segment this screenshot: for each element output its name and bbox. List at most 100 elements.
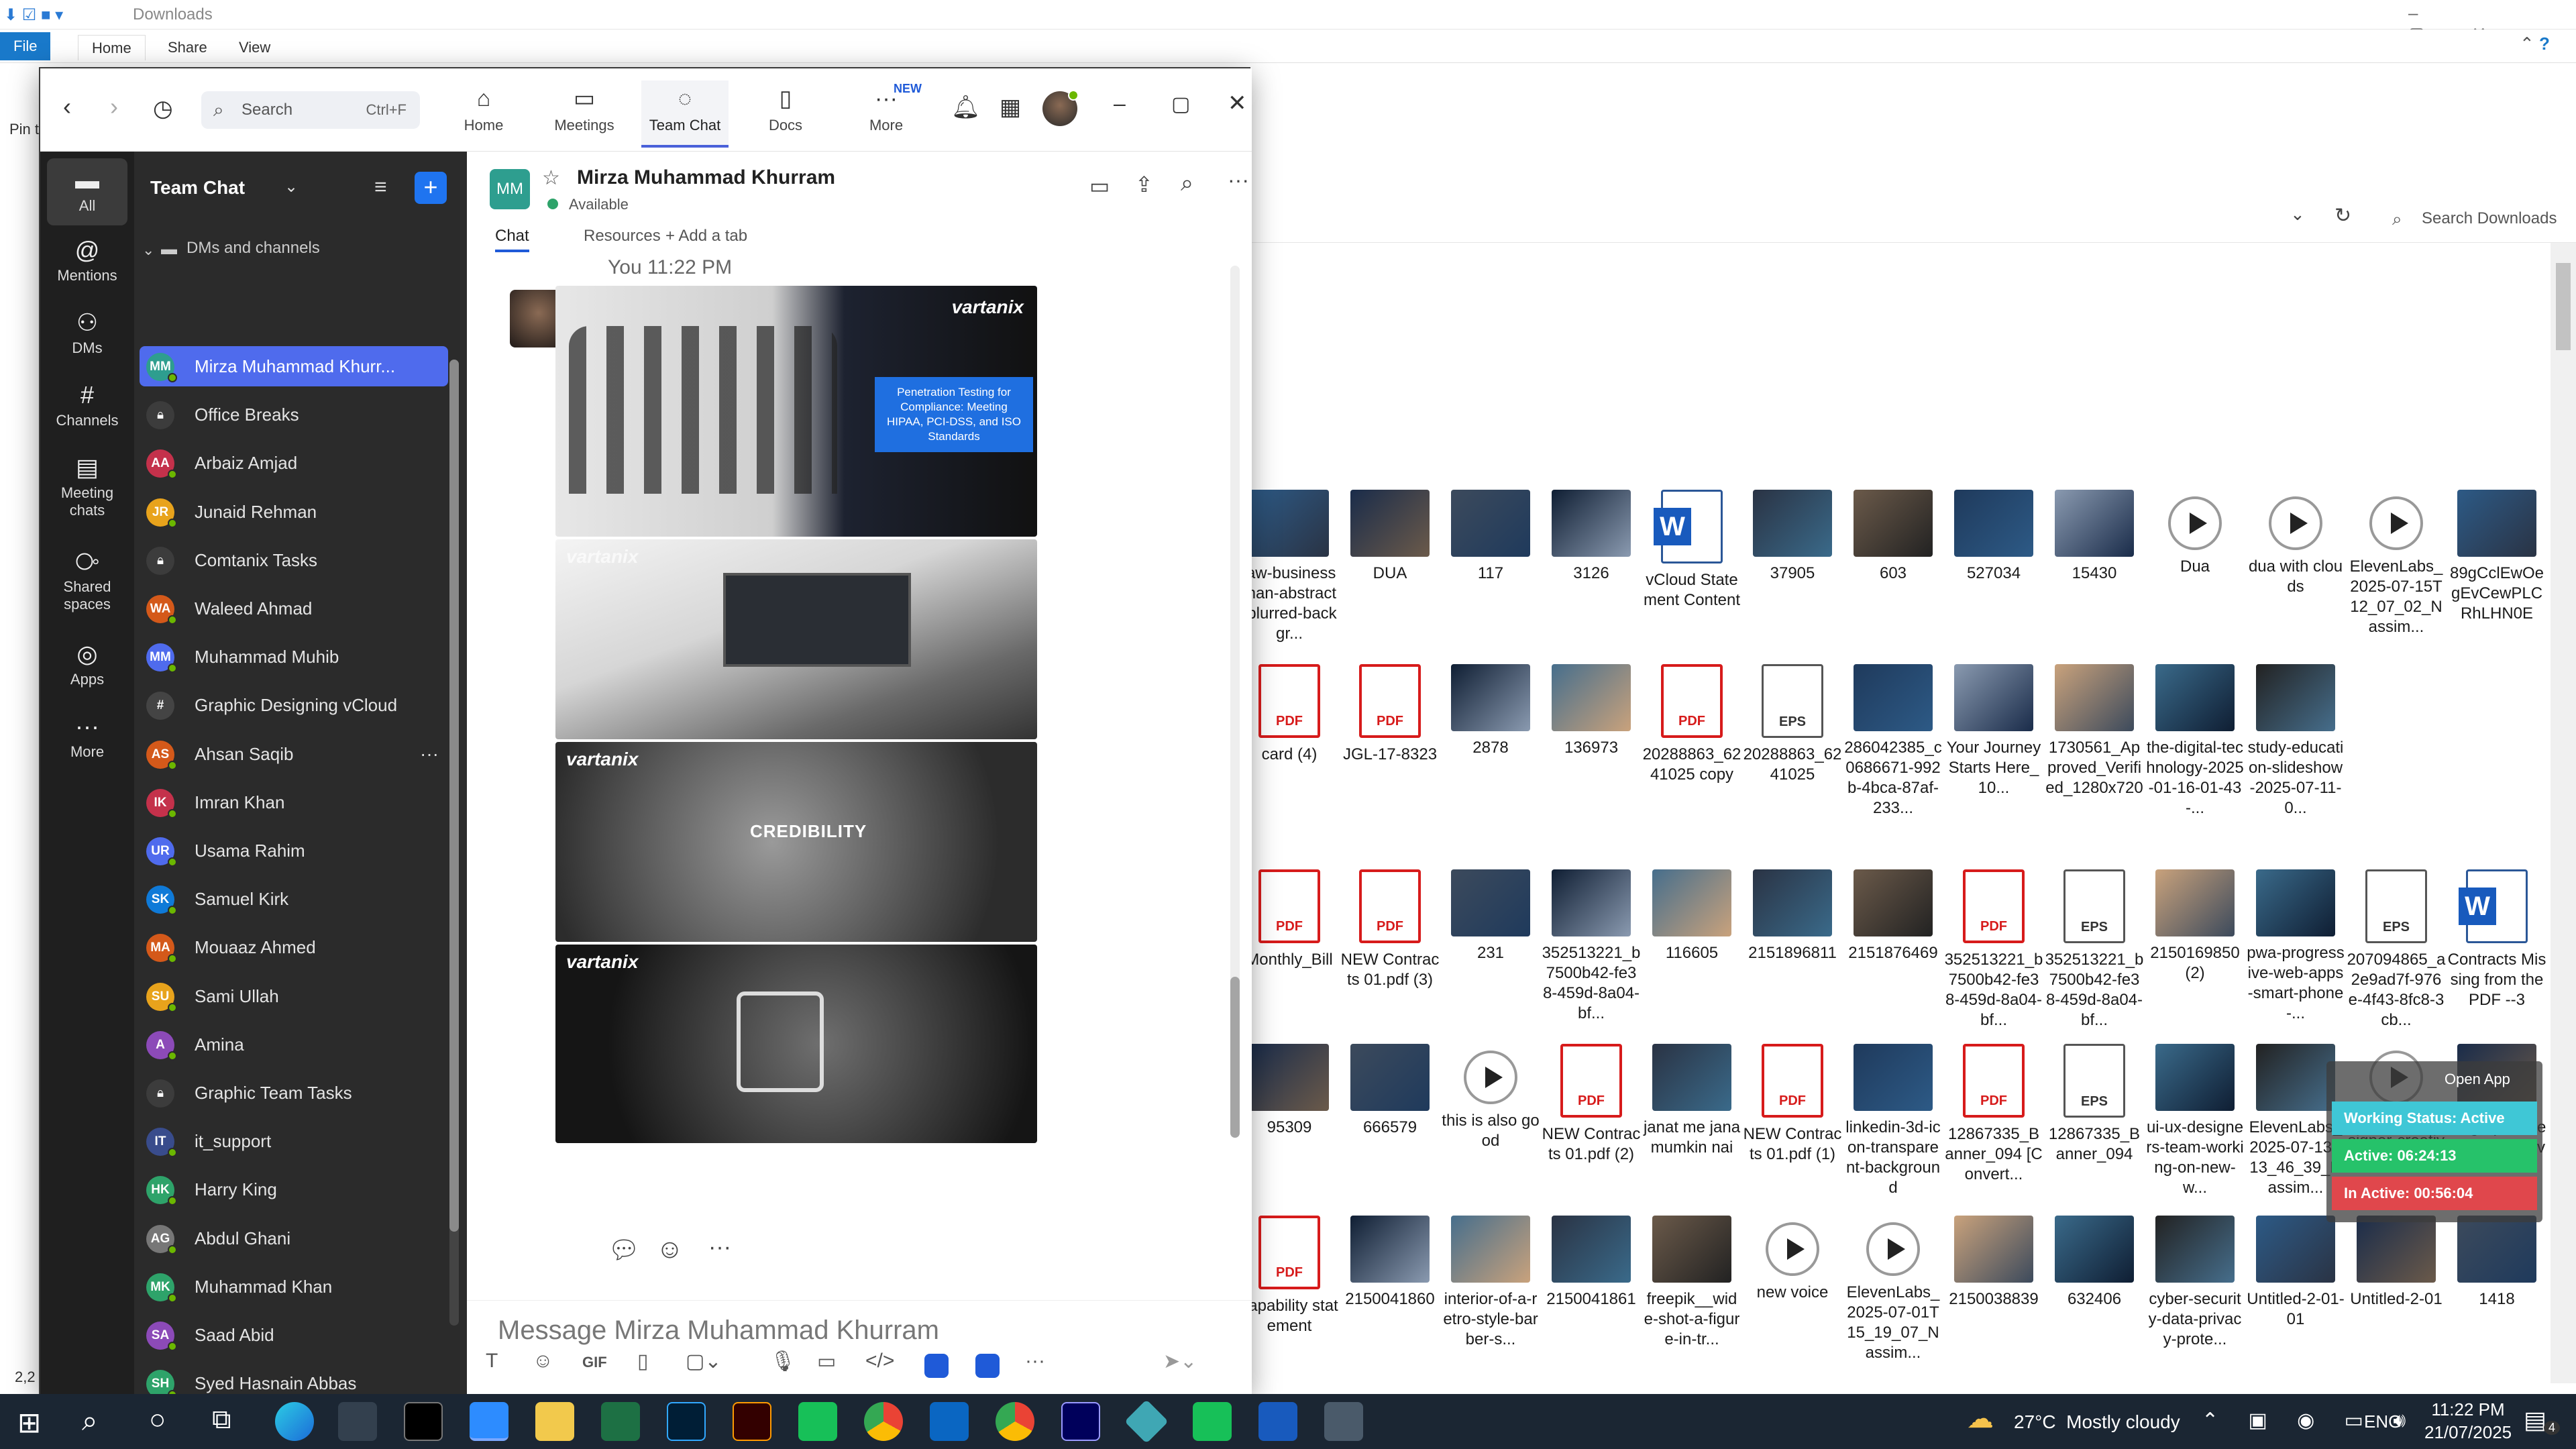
chrome-icon[interactable] [996,1402,1034,1441]
list-title[interactable]: Team Chat [150,177,245,199]
file-item[interactable]: 352513221_b7500b42-fe38-459d-8a04-bf... [1944,869,2043,1030]
file-item[interactable]: ElevenLabs_2025-07-01T15_19_07_Nassim... [1843,1216,1943,1363]
file-item[interactable]: law-businessman-abstract-blurred-backgr.… [1240,490,1339,644]
file-item[interactable]: 89gCclEwOegEvCewPLCRhLHN0E [2447,490,2546,624]
file-item[interactable]: this is also good [1441,1044,1540,1151]
task-view-icon[interactable]: ⧉ [212,1405,231,1435]
tab-chat[interactable]: Chat [495,227,529,252]
new-chat-button[interactable]: + [415,172,447,204]
file-item[interactable]: 2150038839 [1944,1216,2043,1309]
app-icon[interactable] [1124,1399,1169,1444]
app-icon[interactable] [924,1354,949,1378]
start-icon[interactable]: ⊞ [17,1406,41,1439]
file-item[interactable]: 2150041860 [1340,1216,1440,1309]
file-item[interactable]: 527034 [1944,490,2043,584]
green-app-icon[interactable] [798,1402,837,1441]
gif-icon[interactable]: GIF [582,1354,607,1371]
image-card[interactable]: vartanix [555,539,1037,739]
explorer-search-input[interactable]: ⌕ Search Downloads [2361,200,2576,237]
nav-docs[interactable]: ▯ Docs [742,80,829,148]
contact-item[interactable]: IK Imran Khan [140,782,448,822]
contact-item[interactable]: AS Ahsan Saqib ··· [140,734,448,774]
tab-resources[interactable]: Resources [568,227,661,246]
nav-home[interactable]: ⌂ Home [440,80,527,148]
search-icon[interactable]: ⌕ [1181,170,1193,197]
file-item[interactable]: 603 [1843,490,1943,584]
nav-meetings[interactable]: ▭ Meetings [541,80,628,148]
file-item[interactable]: 666579 [1340,1044,1440,1138]
explorer-scrollbar[interactable] [2551,243,2576,1383]
file-item[interactable]: Your Journey Starts Here_10... [1944,664,2043,798]
scroll-thumb[interactable] [449,360,459,1232]
microphone-icon[interactable]: 🎙︎ [770,1350,796,1373]
rail-channels[interactable]: # Channels [47,378,127,429]
open-app-link[interactable]: Open App [2445,1071,2510,1088]
send-icon[interactable]: ➤⌄ [1163,1350,1197,1373]
file-item[interactable]: Untitled-2-01 [2347,1216,2446,1309]
green-app-icon[interactable] [1193,1402,1232,1441]
file-item[interactable]: 15430 [2045,490,2144,584]
rail-meeting-chats[interactable]: ▤ Meeting chats [47,451,127,519]
file-item[interactable]: 632406 [2045,1216,2144,1309]
message-input[interactable]: Message Mirza Muhammad Khurram [498,1316,939,1346]
bell-icon[interactable]: 🔔︎ [951,94,980,121]
chrome-icon[interactable] [864,1402,903,1441]
file-item[interactable]: NEW Contracts 01.pdf (3) [1340,869,1440,990]
refresh-icon[interactable]: ↻ [2334,204,2351,227]
minimize-icon[interactable]: – [1114,91,1126,116]
more-dots-icon[interactable]: ··· [708,1234,731,1260]
image-card[interactable]: vartanix Penetration Testing for Complia… [555,286,1037,537]
rail-mentions[interactable]: @ Mentions [47,233,127,284]
file-item[interactable]: freepik__wide-shot-a-figure-in-tr... [1642,1216,1741,1350]
file-item[interactable]: ElevenLabs_2025-07-15T12_07_02_Nassim... [2347,490,2446,637]
chat-scrollbar[interactable] [1230,266,1240,1138]
image-card[interactable]: vartanix [555,945,1037,1143]
file-item[interactable]: Contracts Missing from the PDF --3 [2447,869,2546,1010]
file-item[interactable]: NEW Contracts 01.pdf (1) [1743,1044,1842,1165]
calendar-icon[interactable]: ▦ [1000,94,1021,121]
search-input[interactable]: ⌕ Search Ctrl+F [201,91,420,129]
time-tracker-widget[interactable]: Open App Working Status: Active Active: … [2326,1061,2542,1222]
code-icon[interactable]: </> [865,1350,894,1373]
contact-item[interactable]: HK Harry King [140,1169,448,1210]
premiere-icon[interactable] [1061,1402,1100,1441]
contact-item[interactable]: MM Mirza Muhammad Khurr... [140,346,448,386]
qat-icons[interactable]: ⬇ ☑ ■ ▾ [4,5,63,25]
contact-item[interactable]: IT it_support [140,1121,448,1161]
image-card[interactable]: vartanix CREDIBILITY [555,742,1037,942]
file-item[interactable]: capability statement [1240,1216,1339,1336]
history-icon[interactable]: ◷ [153,95,173,122]
file-icon[interactable]: ▯ [637,1350,649,1373]
contact-item[interactable]: MM Muhammad Muhib [140,637,448,677]
star-icon[interactable]: ☆ [542,166,560,190]
weather-icon[interactable]: ☁ [1967,1403,1994,1434]
file-item[interactable]: card (4) [1240,664,1339,765]
file-item[interactable]: 20288863_6241025 [1743,664,1842,785]
filter-icon[interactable]: ≡ [374,174,387,199]
rail-all[interactable]: ▬ All [47,158,127,225]
calculator-icon[interactable] [1324,1402,1363,1441]
ribbon-tab-file[interactable]: File [0,32,51,60]
file-item[interactable]: 2878 [1441,664,1540,758]
file-item[interactable]: DUA [1340,490,1440,584]
search-icon[interactable]: ⌕ [82,1405,98,1438]
file-item[interactable]: dua with clouds [2246,490,2345,597]
illustrator-icon[interactable] [733,1402,771,1441]
ribbon-tab-home[interactable]: Home [78,35,146,60]
rail-dms[interactable]: ⚇ DMs [47,306,127,357]
more-dots-icon[interactable]: ··· [420,734,439,774]
back-icon[interactable]: ‹ [63,93,71,121]
file-item[interactable]: 2151876469 [1843,869,1943,963]
contact-item[interactable]: # Graphic Designing vCloud [140,685,448,725]
video-call-icon[interactable]: ▭ [1089,173,1110,199]
edge-icon[interactable] [275,1402,314,1441]
emoji-reaction-icon[interactable]: ☺ [656,1234,684,1265]
file-item[interactable]: 352513221_b7500b42-fe38-459d-8a04-bf... [2045,869,2144,1030]
contact-item[interactable]: 🔒︎ Comtanix Tasks [140,540,448,580]
zoom-icon[interactable] [470,1402,508,1441]
file-item[interactable]: Untitled-2-01-01 [2246,1216,2345,1330]
file-item[interactable]: 286042385_c0686671-992b-4bca-87af-233... [1843,664,1943,818]
screenshot-icon[interactable]: ▢⌄ [686,1350,721,1373]
file-item[interactable]: study-education-slideshow-2025-07-11-0..… [2246,664,2345,818]
file-item[interactable]: 3126 [1542,490,1641,584]
